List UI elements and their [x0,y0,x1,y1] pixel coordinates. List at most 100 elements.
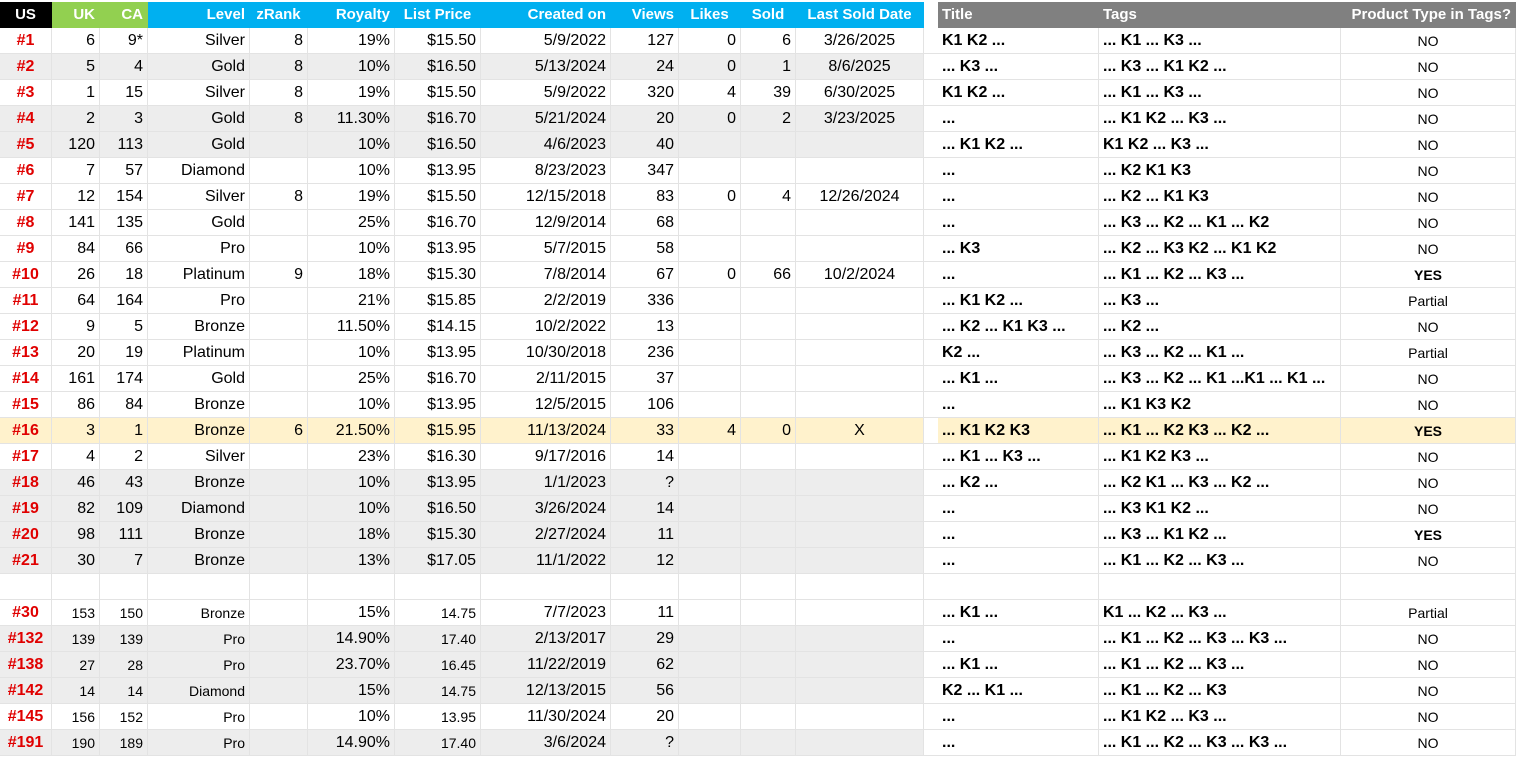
product-type-cell[interactable]: NO [1341,28,1516,54]
last-sold-date-cell[interactable] [796,522,924,548]
rank-uk[interactable]: 12 [52,184,100,210]
rank-us[interactable]: #7 [0,184,52,210]
list-price-cell[interactable]: $16.70 [395,366,481,392]
title-cell[interactable]: ... [938,210,1099,236]
created-on-cell[interactable]: 5/13/2024 [481,54,611,80]
likes-cell[interactable] [679,678,741,704]
level-cell[interactable]: Pro [148,236,250,262]
zrank-cell[interactable]: 8 [250,106,308,132]
rank-uk[interactable]: 82 [52,496,100,522]
title-cell[interactable]: ... K3 ... [938,54,1099,80]
views-cell[interactable]: 11 [611,522,679,548]
list-price-cell[interactable]: $13.95 [395,158,481,184]
last-sold-date-cell[interactable]: 12/26/2024 [796,184,924,210]
created-on-cell[interactable]: 5/9/2022 [481,28,611,54]
views-cell[interactable]: 62 [611,652,679,678]
level-cell[interactable]: Bronze [148,600,250,626]
likes-cell[interactable] [679,288,741,314]
views-cell[interactable]: 347 [611,158,679,184]
last-sold-date-cell[interactable]: 10/2/2024 [796,262,924,288]
zrank-cell[interactable]: 8 [250,54,308,80]
views-cell[interactable]: 14 [611,496,679,522]
title-cell[interactable]: ... [938,106,1099,132]
rank-uk[interactable]: 1 [52,80,100,106]
rank-ca[interactable]: 15 [100,80,148,106]
royalty-cell[interactable]: 19% [308,80,395,106]
views-cell[interactable]: 13 [611,314,679,340]
last-sold-date-cell[interactable] [796,496,924,522]
rank-us[interactable]: #21 [0,548,52,574]
list-price-cell[interactable]: $16.50 [395,496,481,522]
created-on-cell[interactable]: 5/7/2015 [481,236,611,262]
list-price-cell[interactable]: $13.95 [395,392,481,418]
likes-cell[interactable]: 0 [679,54,741,80]
zrank-cell[interactable] [250,626,308,652]
created-on-cell[interactable]: 11/22/2019 [481,652,611,678]
sold-cell[interactable] [741,314,796,340]
likes-cell[interactable] [679,158,741,184]
rank-ca[interactable]: 2 [100,444,148,470]
tags-cell[interactable]: ... K1 ... K2 ... K3 ... K3 ... [1099,730,1341,756]
product-type-cell[interactable]: NO [1341,496,1516,522]
rank-ca[interactable]: 189 [100,730,148,756]
title-cell[interactable]: ... [938,704,1099,730]
rank-us[interactable]: #132 [0,626,52,652]
rank-us[interactable]: #4 [0,106,52,132]
likes-cell[interactable]: 0 [679,106,741,132]
level-cell[interactable]: Bronze [148,418,250,444]
rank-us[interactable]: #145 [0,704,52,730]
level-cell[interactable]: Pro [148,288,250,314]
header-level[interactable]: Level [148,2,250,28]
last-sold-date-cell[interactable] [796,652,924,678]
sold-cell[interactable] [741,158,796,184]
title-cell[interactable]: ... K2 ... [938,470,1099,496]
product-type-cell[interactable]: NO [1341,366,1516,392]
sold-cell[interactable] [741,626,796,652]
rank-uk[interactable]: 46 [52,470,100,496]
rank-us[interactable]: #142 [0,678,52,704]
title-cell[interactable]: ... [938,392,1099,418]
likes-cell[interactable]: 0 [679,28,741,54]
royalty-cell[interactable] [308,574,395,600]
views-cell[interactable]: 14 [611,444,679,470]
product-type-cell[interactable]: Partial [1341,600,1516,626]
title-cell[interactable]: ... K2 ... K1 K3 ... [938,314,1099,340]
rank-us[interactable]: #18 [0,470,52,496]
sold-cell[interactable] [741,392,796,418]
tags-cell[interactable]: ... K1 K2 K3 ... [1099,444,1341,470]
last-sold-date-cell[interactable] [796,548,924,574]
sold-cell[interactable]: 0 [741,418,796,444]
likes-cell[interactable]: 4 [679,418,741,444]
level-cell[interactable]: Silver [148,80,250,106]
created-on-cell[interactable]: 11/30/2024 [481,704,611,730]
tags-cell[interactable]: K1 ... K2 ... K3 ... [1099,600,1341,626]
zrank-cell[interactable] [250,652,308,678]
created-on-cell[interactable]: 11/13/2024 [481,418,611,444]
last-sold-date-cell[interactable] [796,236,924,262]
zrank-cell[interactable] [250,730,308,756]
royalty-cell[interactable]: 25% [308,366,395,392]
rank-uk[interactable]: 120 [52,132,100,158]
sold-cell[interactable] [741,522,796,548]
created-on-cell[interactable]: 9/17/2016 [481,444,611,470]
product-type-cell[interactable]: NO [1341,80,1516,106]
title-cell[interactable]: K2 ... [938,340,1099,366]
views-cell[interactable]: 20 [611,106,679,132]
rank-uk[interactable]: 84 [52,236,100,262]
rank-us[interactable]: #138 [0,652,52,678]
product-type-cell[interactable]: NO [1341,210,1516,236]
list-price-cell[interactable]: $15.50 [395,80,481,106]
header-title[interactable]: Title [938,2,1099,28]
royalty-cell[interactable]: 10% [308,340,395,366]
views-cell[interactable]: 83 [611,184,679,210]
royalty-cell[interactable]: 11.50% [308,314,395,340]
royalty-cell[interactable]: 10% [308,470,395,496]
header-tags[interactable]: Tags [1099,2,1341,28]
created-on-cell[interactable] [481,574,611,600]
title-cell[interactable]: ... [938,626,1099,652]
zrank-cell[interactable] [250,210,308,236]
last-sold-date-cell[interactable] [796,470,924,496]
tags-cell[interactable] [1099,574,1341,600]
created-on-cell[interactable]: 12/13/2015 [481,678,611,704]
royalty-cell[interactable]: 21.50% [308,418,395,444]
